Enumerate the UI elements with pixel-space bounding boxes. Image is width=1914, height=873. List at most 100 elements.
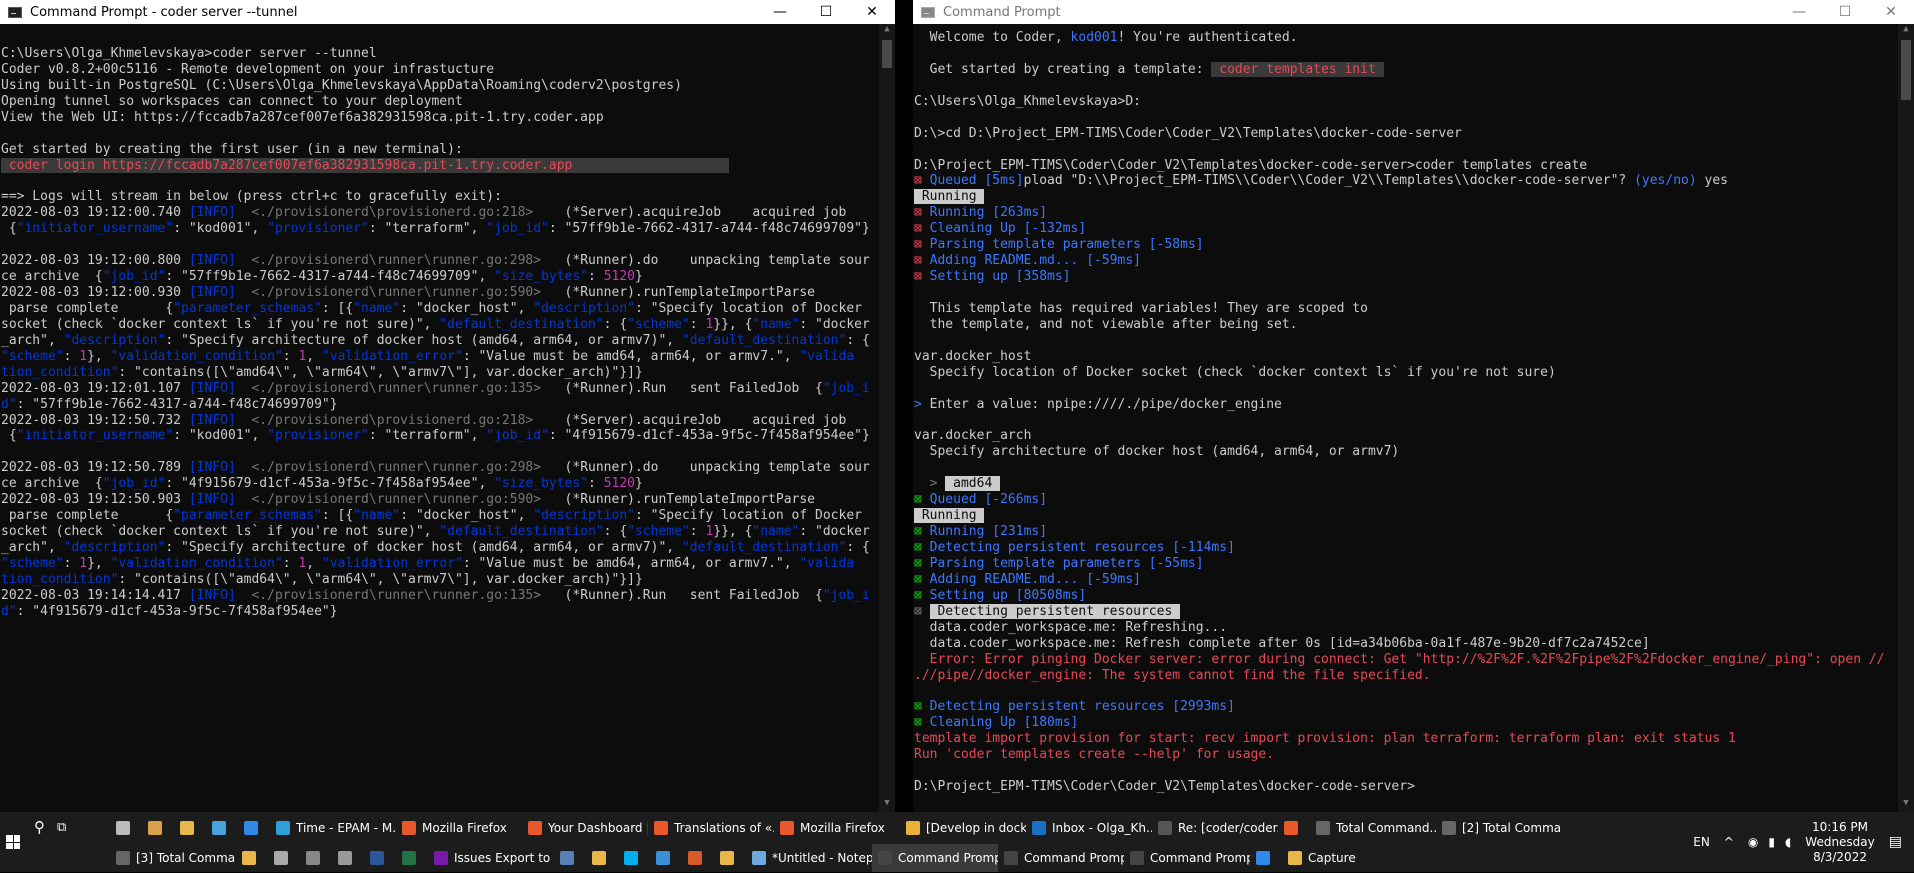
scroll-thumb[interactable] <box>1901 40 1911 100</box>
taskbar-button[interactable] <box>300 844 332 872</box>
taskbar-button[interactable]: Time - EPAM - M... <box>270 814 396 842</box>
taskbar-button[interactable] <box>238 814 270 842</box>
left-console-window[interactable]: Command Prompt - coder server --tunnel —… <box>0 0 895 812</box>
console-text-segment: Run 'coder templates create --help' for … <box>914 747 1275 763</box>
folder-icon <box>592 851 606 865</box>
right-title-bar[interactable]: Command Prompt — ☐ ✕ <box>913 0 1914 24</box>
console-text-segment: (*Runner).Run sent FailedJob { <box>541 380 823 396</box>
minimize-button[interactable]: — <box>757 0 803 24</box>
taskbar-button[interactable]: [2] Total Comma... <box>1436 814 1562 842</box>
start-button[interactable] <box>0 812 26 872</box>
left-console-output[interactable]: C:\Users\Olga_Khmelevskaya>coder server … <box>0 30 877 812</box>
search-icon[interactable]: ⚲ <box>28 813 51 841</box>
taskbar-button[interactable] <box>206 814 238 842</box>
taskbar-button[interactable] <box>236 844 268 872</box>
clock[interactable]: 10:16 PM Wednesday 8/3/2022 <box>1805 820 1874 865</box>
right-console-window[interactable]: Command Prompt — ☐ ✕ Welcome to Coder, k… <box>913 0 1914 812</box>
console-text-segment: Specify location of Docker socket (check… <box>914 364 1556 380</box>
taskbar-button-label: [Develop in dock... <box>926 821 1026 835</box>
console-line: ⊠ Queued [-266ms] <box>914 492 1896 508</box>
left-scrollbar[interactable]: ▲ ▼ <box>879 24 895 812</box>
taskbar-button[interactable]: [3] Total Commander... <box>110 844 236 872</box>
console-text-segment: "valida <box>799 555 855 571</box>
taskbar-button-label: Issues Export to .csv -... <box>454 851 554 865</box>
maximize-button[interactable]: ☐ <box>803 0 849 24</box>
console-text-segment: ⊠ <box>914 555 930 571</box>
taskbar-button[interactable]: Issues Export to .csv -... <box>428 844 554 872</box>
console-icon <box>1158 821 1172 835</box>
taskbar-button[interactable]: Total Command... <box>1310 814 1436 842</box>
console-line: Specify architecture of docker host (amd… <box>914 444 1896 460</box>
maximize-button[interactable]: ☐ <box>1822 0 1868 24</box>
folder-icon <box>242 851 256 865</box>
taskbar-button[interactable] <box>332 844 364 872</box>
taskbar-button[interactable]: Your Dashboard |... <box>522 814 648 842</box>
taskbar-button[interactable] <box>618 844 650 872</box>
language-indicator[interactable]: EN <box>1693 835 1710 849</box>
console-line: data.coder_workspace.me: Refreshing... <box>914 620 1896 636</box>
battery-icon[interactable]: ▮ <box>1768 835 1775 849</box>
scroll-thumb[interactable] <box>882 40 892 68</box>
taskbar-button[interactable] <box>1250 844 1282 872</box>
taskbar-button[interactable]: Command Prompt <box>1124 844 1250 872</box>
notification-icon[interactable]: ▤ <box>1889 834 1902 850</box>
taskbar-button[interactable] <box>682 844 714 872</box>
console-line: 2022-08-03 19:12:00.930 [INFO] <./provis… <box>1 285 877 301</box>
console-line: d": "4f915679-d1cf-453a-9f5c-7f458af954e… <box>1 604 877 620</box>
taskbar-button[interactable] <box>650 844 682 872</box>
scroll-up-icon[interactable]: ▲ <box>879 24 895 38</box>
console-line: socket (check `docker context ls` if you… <box>1 524 877 540</box>
taskbar-button[interactable] <box>714 844 746 872</box>
console-text-segment: [INFO] <box>188 285 236 300</box>
left-title-bar[interactable]: Command Prompt - coder server --tunnel —… <box>0 0 895 24</box>
console-text-segment: Enter a value: npipe:////./pipe/docker_e… <box>929 396 1282 412</box>
taskbar-button[interactable] <box>586 844 618 872</box>
taskbar-button[interactable] <box>1278 814 1310 842</box>
scroll-up-icon[interactable]: ▲ <box>1898 24 1914 38</box>
console-line: Get started by creating the first user (… <box>1 142 877 158</box>
photo-icon <box>212 821 226 835</box>
close-button[interactable]: ✕ <box>1868 0 1914 24</box>
volume-icon[interactable]: ◖ <box>1785 835 1791 849</box>
console-line: ⊠ Running [263ms] <box>914 205 1896 221</box>
taskbar-button[interactable]: *Untitled - Notepad <box>746 844 872 872</box>
console-text-segment: [INFO] <box>188 253 236 269</box>
scroll-down-icon[interactable]: ▼ <box>879 798 895 812</box>
taskbar-button[interactable] <box>142 814 174 842</box>
right-console-output[interactable]: Welcome to Coder, kod001! You're authent… <box>913 30 1896 812</box>
console-text-segment: }}, { <box>713 316 753 332</box>
right-scrollbar[interactable]: ▲ ▼ <box>1898 24 1914 812</box>
console-line: Get started by creating a template: code… <box>914 61 1896 78</box>
console-line: coder login https://fccadb7a287cef007ef6… <box>1 157 877 174</box>
taskbar-button[interactable]: Capture <box>1282 844 1408 872</box>
console-text-segment: [INFO] <box>188 587 236 603</box>
console-line: the template, and not viewable after bei… <box>914 317 1896 333</box>
taskbar-button-label: Inbox - Olga_Kh... <box>1052 821 1152 835</box>
taskbar-button[interactable]: [Develop in dock... <box>900 814 1026 842</box>
close-button[interactable]: ✕ <box>849 0 895 24</box>
taskbar-button[interactable] <box>174 814 206 842</box>
console-text-segment: <./provisionerd\runner\runner.go:590> <box>235 285 542 300</box>
minimize-button[interactable]: — <box>1776 0 1822 24</box>
taskbar-button[interactable] <box>364 844 396 872</box>
taskbar-button[interactable] <box>554 844 586 872</box>
taskbar-button[interactable]: Translations of «... <box>648 814 774 842</box>
taskbar-button[interactable]: Mozilla Firefox <box>396 814 522 842</box>
scroll-down-icon[interactable]: ▼ <box>1898 798 1914 812</box>
taskbar-button[interactable] <box>396 844 428 872</box>
console-line: ⊠ Detecting persistent resources [2993ms… <box>914 699 1896 715</box>
taskbar-button[interactable] <box>268 844 300 872</box>
console-text-segment: "name" <box>353 508 401 524</box>
tray-chevron-icon[interactable]: ^ <box>1724 835 1734 849</box>
network-icon[interactable]: ◉ <box>1748 835 1758 849</box>
taskbar-button[interactable]: Mozilla Firefox <box>774 814 900 842</box>
taskbar-button[interactable] <box>110 814 142 842</box>
taskbar-button[interactable]: Inbox - Olga_Kh... <box>1026 814 1152 842</box>
taskbar-button[interactable]: Command Prompt - ... <box>872 844 998 872</box>
console-text-segment: "default_destination" <box>439 316 604 332</box>
taskbar-button[interactable]: Command Prompt <box>998 844 1124 872</box>
taskbar-button[interactable]: Re: [coder/coder... <box>1152 814 1278 842</box>
task-view-icon[interactable]: ⧉ <box>51 813 72 841</box>
